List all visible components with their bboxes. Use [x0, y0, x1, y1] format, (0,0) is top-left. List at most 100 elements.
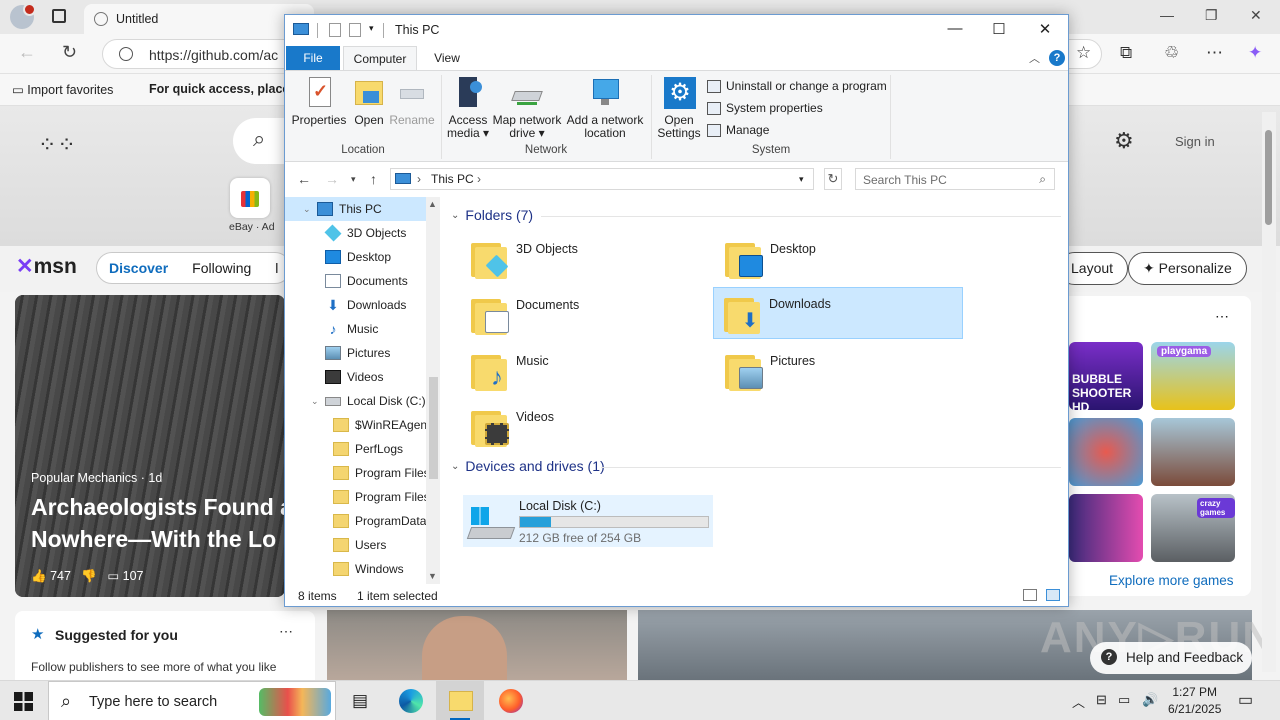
refresh-icon[interactable]: ↻	[824, 168, 842, 190]
folder-tile-music[interactable]: ♪ Music	[461, 345, 711, 397]
breadcrumb-chevron-icon[interactable]: ›	[477, 172, 481, 186]
scroll-thumb[interactable]	[429, 377, 438, 479]
personalize-button[interactable]: ✦ Personalize	[1128, 252, 1247, 285]
ebay-shortcut-tile[interactable]	[230, 178, 270, 218]
notification-icon[interactable]: ▭	[1238, 690, 1253, 710]
tab-more[interactable]: l	[275, 260, 278, 276]
chevron-up-icon[interactable]: ︿	[1072, 692, 1085, 711]
tab-actions-icon[interactable]	[52, 9, 66, 23]
folder-tile-3d-objects[interactable]: 3D Objects	[461, 233, 711, 285]
folder-tile-documents[interactable]: Documents	[461, 289, 711, 341]
game-tile-driving[interactable]: crazy games	[1151, 494, 1235, 562]
nav-scrollbar[interactable]: ▲ ▼	[426, 197, 440, 584]
nav-item-folder[interactable]: $WinREAgent	[285, 413, 426, 437]
back-arrow-icon[interactable]: ←	[297, 171, 311, 187]
help-icon[interactable]: ?	[1049, 50, 1065, 66]
address-dropdown-icon[interactable]: ▾	[799, 174, 804, 185]
msn-logo[interactable]: ✕msn	[16, 254, 77, 279]
profile-avatar[interactable]	[10, 3, 36, 29]
dislike-icon[interactable]: 👎	[81, 569, 97, 583]
devices-group-header[interactable]: ⌄ Devices and drives (1)	[451, 458, 605, 474]
maximize-icon[interactable]: ☐	[989, 20, 1009, 38]
import-favorites-link[interactable]: ▭ Import favorites	[12, 82, 113, 97]
more-options-icon[interactable]: ⋯	[279, 623, 293, 640]
quick-new-folder-icon[interactable]	[349, 23, 361, 37]
game-tile-bubble-shooter[interactable]: BUBBLE SHOOTER HD	[1069, 342, 1143, 414]
tab-computer[interactable]: Computer	[343, 46, 417, 70]
browser-tab-active[interactable]: Untitled	[84, 4, 314, 34]
scroll-down-icon[interactable]: ▼	[428, 571, 437, 581]
folders-group-header[interactable]: ⌄ Folders (7)	[451, 207, 533, 223]
news-hero-card[interactable]: Popular Mechanics · 1d Archaeologists Fo…	[15, 295, 285, 597]
apps-waffle-icon[interactable]: ⁘⁘	[38, 132, 77, 158]
scroll-up-icon[interactable]: ▲	[428, 199, 437, 209]
access-media-button[interactable]: Access media ▾	[445, 73, 491, 140]
nav-item-folder[interactable]: Program Files (x86)	[285, 485, 426, 509]
folder-tile-desktop[interactable]: Desktop	[715, 233, 965, 285]
properties-button[interactable]: ✓ Properties	[291, 73, 347, 127]
nav-item-downloads[interactable]: ⬇ Downloads	[285, 293, 426, 317]
details-view-icon[interactable]	[1023, 589, 1037, 601]
taskbar-edge[interactable]	[386, 681, 434, 720]
nav-item-folder[interactable]: ProgramData	[285, 509, 426, 533]
msn-settings-gear-icon[interactable]: ⚙	[1114, 128, 1134, 154]
msn-signin-link[interactable]: Sign in	[1175, 134, 1215, 149]
open-button[interactable]: Open	[349, 73, 389, 127]
msn-search-icon[interactable]	[233, 118, 291, 164]
game-tile-girl[interactable]	[1151, 418, 1235, 486]
uninstall-program-button[interactable]: Uninstall or change a program	[707, 79, 887, 93]
network-share-icon[interactable]: ⊟	[1096, 692, 1107, 708]
forward-arrow-icon[interactable]: →	[325, 171, 339, 187]
folder-tile-pictures[interactable]: Pictures	[715, 345, 965, 397]
folder-tile-videos[interactable]: Videos	[461, 401, 711, 453]
nav-item-desktop[interactable]: Desktop	[285, 245, 426, 269]
tab-file[interactable]: File	[286, 46, 340, 70]
site-info-icon[interactable]	[119, 47, 133, 61]
nav-item-3d-objects[interactable]: 3D Objects	[285, 221, 426, 245]
volume-icon[interactable]: 🔊	[1142, 692, 1158, 708]
close-icon[interactable]: ✕	[1035, 20, 1055, 38]
system-properties-button[interactable]: System properties	[707, 101, 823, 115]
minimize-icon[interactable]: —	[1160, 7, 1174, 23]
taskbar-firefox[interactable]	[486, 681, 534, 720]
nav-item-folder[interactable]: Users	[285, 533, 426, 557]
nav-item-folder[interactable]: Windows	[285, 557, 426, 581]
news-headline[interactable]: Archaeologists Found a Nowhere—With the …	[31, 491, 285, 555]
windows-start-icon[interactable]	[14, 692, 33, 711]
restore-icon[interactable]: ❐	[1205, 7, 1218, 24]
more-menu-icon[interactable]: ⋯	[1206, 43, 1223, 63]
open-settings-button[interactable]: ⚙ Open Settings	[657, 73, 701, 140]
nav-item-this-pc[interactable]: ⌄ This PC	[285, 197, 426, 221]
breadcrumb-this-pc[interactable]: This PC	[431, 172, 474, 186]
collapse-ribbon-icon[interactable]: ︿	[1029, 50, 1040, 66]
large-icons-view-icon[interactable]	[1046, 589, 1060, 601]
up-arrow-icon[interactable]: ↑	[370, 171, 377, 187]
back-arrow-icon[interactable]: ←	[18, 42, 36, 63]
tab-discover[interactable]: Discover	[109, 260, 168, 276]
like-icon[interactable]: 👍	[31, 569, 47, 583]
system-clock[interactable]: 1:27 PM 6/21/2025	[1168, 684, 1221, 718]
close-icon[interactable]: ✕	[1250, 7, 1262, 24]
news-photo-person[interactable]	[327, 610, 627, 680]
games-more-icon[interactable]: ⋯	[1215, 308, 1229, 325]
game-tile-sort[interactable]	[1069, 494, 1143, 562]
taskbar-file-explorer[interactable]	[436, 681, 484, 720]
address-bar[interactable]: › This PC › ▾	[390, 168, 814, 190]
rename-button[interactable]: Rename	[389, 73, 435, 127]
folder-tile-downloads[interactable]: ⬇ Downloads	[713, 287, 963, 339]
tab-view[interactable]: View	[419, 46, 475, 70]
collections-icon[interactable]: ⧉	[1120, 43, 1132, 63]
favorite-star-icon[interactable]: ☆	[1076, 43, 1091, 63]
quick-properties-icon[interactable]	[329, 23, 341, 37]
add-network-location-button[interactable]: Add a network location	[565, 73, 645, 140]
recent-locations-icon[interactable]: ▾	[351, 174, 356, 185]
search-input[interactable]: Search This PC ⌕	[855, 168, 1055, 190]
nav-item-local-disk[interactable]: ⌄ Local Disk (C:)	[285, 389, 426, 413]
chevron-down-icon[interactable]: ⌄	[311, 396, 323, 407]
nav-item-documents[interactable]: Documents	[285, 269, 426, 293]
drive-tile-local-disk[interactable]: Local Disk (C:) 212 GB free of 254 GB	[463, 495, 713, 547]
game-tile-car[interactable]: playgama	[1151, 342, 1235, 410]
explore-games-link[interactable]: Explore more games	[1109, 573, 1234, 588]
comment-icon[interactable]: ▭	[107, 569, 119, 583]
nav-item-folder[interactable]: PerfLogs	[285, 437, 426, 461]
